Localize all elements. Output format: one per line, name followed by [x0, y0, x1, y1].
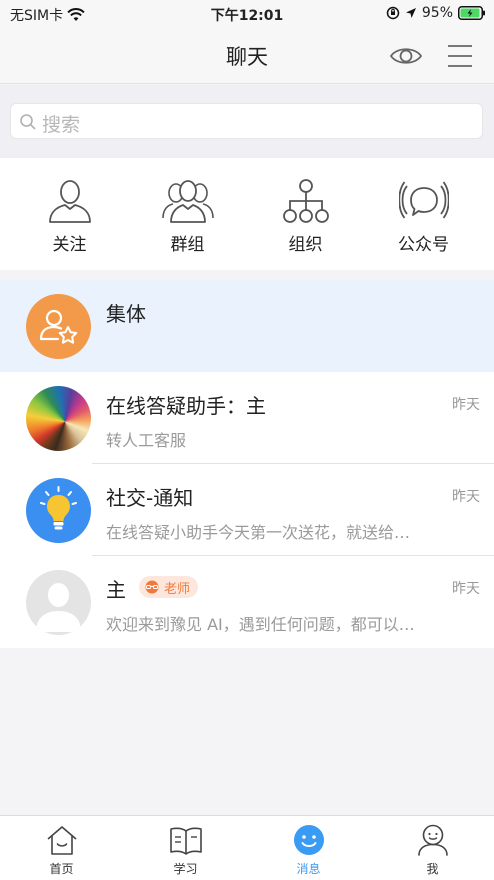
conversation-title: 主	[106, 578, 126, 602]
person-star-icon	[39, 309, 78, 344]
profile-icon	[417, 824, 448, 856]
quick-item-organization[interactable]: 组织	[244, 158, 367, 270]
status-right: 95%	[386, 5, 486, 21]
conversation-preview: 转人工客服	[106, 431, 187, 450]
default-user-avatar	[26, 570, 91, 635]
quick-actions: 关注 群组 组织 公众号	[0, 158, 494, 270]
conversation-title: 集体	[106, 302, 146, 326]
quick-label-follow: 关注	[52, 235, 87, 255]
person-silhouette-icon	[36, 583, 81, 632]
tab-label-messages: 消息	[296, 862, 321, 876]
search-area: 搜索	[0, 85, 494, 158]
tab-study[interactable]: 学习	[124, 816, 247, 880]
quick-label-group: 群组	[170, 235, 205, 255]
menu-icon[interactable]	[446, 42, 474, 70]
quick-item-group[interactable]: 群组	[126, 158, 249, 270]
book-icon	[169, 827, 202, 855]
quick-label-organization: 组织	[288, 235, 323, 255]
home-icon	[46, 826, 77, 855]
teacher-badge: 老师	[139, 576, 199, 598]
lightbulb-icon	[40, 486, 77, 530]
badge-label: 老师	[164, 581, 191, 597]
search-icon	[20, 114, 36, 130]
org-tree-icon	[282, 179, 329, 223]
conversation-preview: 欢迎来到豫见 AI，遇到任何问题，都可以…	[106, 615, 415, 634]
battery-percent: 95%	[421, 5, 453, 21]
tab-me[interactable]: 我	[371, 816, 494, 880]
tab-label-me: 我	[426, 862, 439, 876]
list-item[interactable]: 在线答疑助手：主 转人工客服 昨天	[0, 372, 494, 464]
person-icon	[48, 180, 91, 223]
location-arrow-icon	[405, 8, 416, 18]
list-item[interactable]: 集体	[0, 280, 494, 372]
collective-avatar	[26, 294, 91, 359]
conversation-time: 昨天	[452, 397, 480, 413]
tab-label-study: 学习	[173, 862, 198, 876]
conversation-title: 社交-通知	[106, 486, 194, 510]
eye-icon[interactable]	[389, 42, 423, 70]
tab-home[interactable]: 首页	[0, 816, 123, 880]
list-item[interactable]: 社交-通知 在线答疑小助手今天第一次送花，就送给… 昨天	[0, 464, 494, 556]
nav-bar: 聊天	[0, 28, 494, 84]
conversation-time: 昨天	[452, 581, 480, 597]
tab-messages[interactable]: 消息	[247, 816, 370, 880]
conversation-preview: 在线答疑小助手今天第一次送花，就送给…	[106, 523, 411, 542]
tab-bar: 首页 学习 消息 我	[0, 815, 494, 880]
quick-item-follow[interactable]: 关注	[8, 158, 131, 270]
glasses-icon	[145, 580, 159, 594]
search-placeholder: 搜索	[42, 114, 81, 136]
broadcast-icon	[398, 181, 449, 219]
group-icon	[161, 180, 214, 223]
battery-icon	[458, 6, 485, 20]
search-input[interactable]: 搜索	[10, 103, 483, 139]
lightbulb-avatar	[26, 478, 91, 543]
list-item[interactable]: 主 老师 欢迎来到豫见 AI，遇到任何问题，都可以… 昨天	[0, 556, 494, 648]
conversation-time: 昨天	[452, 489, 480, 505]
status-bar: 无SIM卡 下午12:01 95%	[0, 0, 494, 28]
tab-label-home: 首页	[49, 862, 74, 876]
message-icon	[293, 825, 324, 855]
quick-label-official-account: 公众号	[398, 235, 449, 255]
orientation-lock-icon	[386, 6, 400, 20]
quick-item-official-account[interactable]: 公众号	[362, 158, 485, 270]
conversation-title: 在线答疑助手：主	[106, 394, 266, 418]
pencils-avatar	[26, 386, 91, 451]
